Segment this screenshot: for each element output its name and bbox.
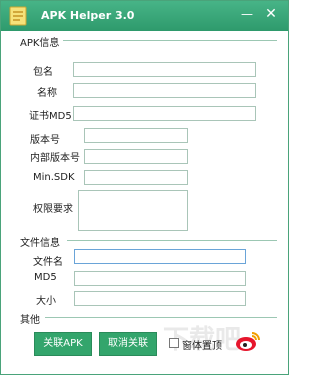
other-group-title: 其他 <box>20 311 44 326</box>
checkbox-box[interactable] <box>169 338 179 348</box>
topmost-label: 窗体置顶 <box>182 341 222 352</box>
permissions-label: 权限要求 <box>33 204 73 215</box>
permissions-field[interactable] <box>78 190 188 231</box>
cert-md5-field[interactable] <box>73 106 256 121</box>
package-field[interactable] <box>73 62 256 77</box>
file-group-divider <box>67 240 277 241</box>
version-label: 版本号 <box>30 135 60 146</box>
apk-group-divider <box>63 40 277 41</box>
associate-apk-button[interactable]: 关联APK <box>34 332 92 356</box>
apk-group-title: APK信息 <box>20 34 64 49</box>
filename-label: 文件名 <box>33 257 63 268</box>
package-label: 包名 <box>33 67 53 78</box>
disassociate-button[interactable]: 取消关联 <box>99 332 157 356</box>
size-field[interactable] <box>74 291 246 306</box>
md5-field[interactable] <box>74 271 246 286</box>
minimize-button[interactable]: — <box>239 7 255 23</box>
minsdk-field[interactable] <box>84 170 188 185</box>
title-bar[interactable]: APK Helper 3.0 — ✕ <box>1 1 288 31</box>
file-group-title: 文件信息 <box>20 234 64 249</box>
md5-label: MD5 <box>34 272 57 283</box>
cert-md5-label: 证书MD5 <box>29 111 72 122</box>
other-group-divider <box>45 317 277 318</box>
name-field[interactable] <box>73 83 256 98</box>
apk-file-icon <box>9 6 27 26</box>
filename-field[interactable] <box>74 249 246 264</box>
size-label: 大小 <box>36 296 56 307</box>
internal-version-label: 内部版本号 <box>30 153 80 164</box>
close-button[interactable]: ✕ <box>263 6 279 22</box>
weibo-icon[interactable] <box>235 330 261 352</box>
window-title: APK Helper 3.0 <box>41 9 135 22</box>
minsdk-label: Min.SDK <box>33 172 75 183</box>
name-label: 名称 <box>37 88 57 99</box>
apk-helper-window: APK Helper 3.0 — ✕ APK信息 包名 名称 证书MD5 版本号… <box>0 0 289 375</box>
version-field[interactable] <box>84 128 188 143</box>
internal-version-field[interactable] <box>84 149 188 164</box>
